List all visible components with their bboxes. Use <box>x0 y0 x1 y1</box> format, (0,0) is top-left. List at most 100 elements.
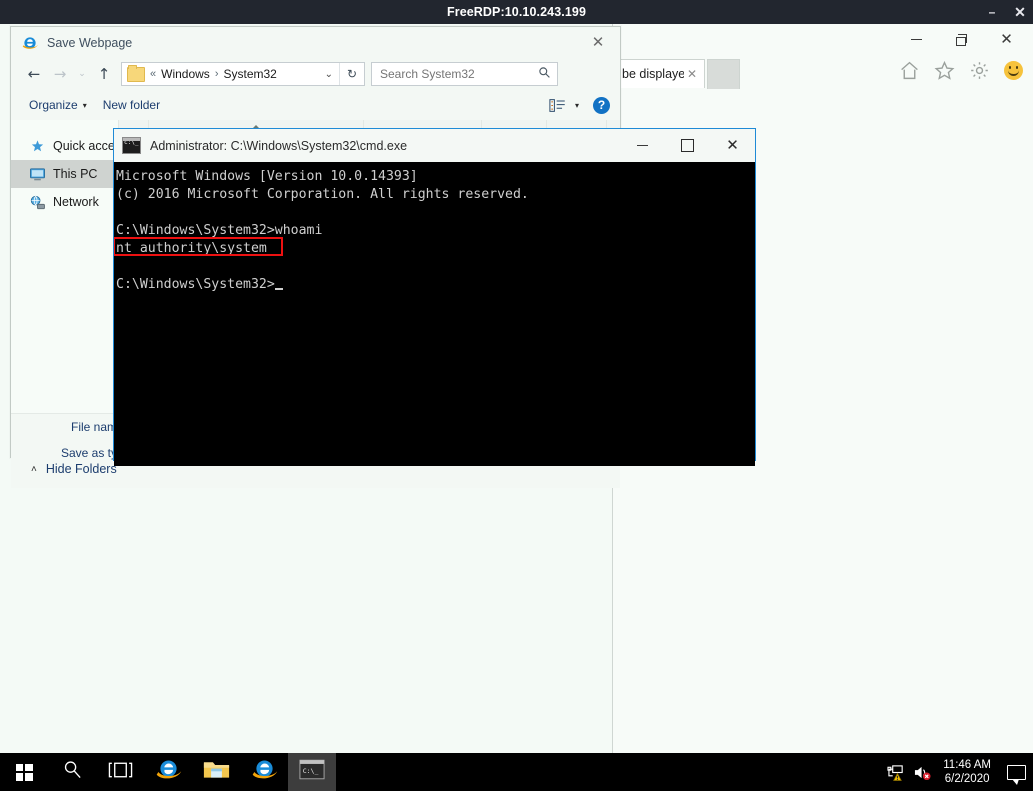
cmd-close-button[interactable]: ✕ <box>710 129 755 161</box>
highlighted-output: nt authority\system <box>114 237 283 258</box>
dialog-toolbar: Organize ▾ New folder ▾ ? <box>11 90 620 120</box>
address-bar[interactable]: « Windows › System32 ⌄ ↻ <box>121 62 365 86</box>
sidebar-item-this-pc[interactable]: This PC <box>11 160 118 188</box>
search-box[interactable] <box>371 62 558 86</box>
volume-muted-icon[interactable] <box>909 753 935 791</box>
clock[interactable]: 11:46 AM 6/2/2020 <box>935 753 999 791</box>
dialog-navigation-pane: Quick acce This PC Network <box>11 120 119 413</box>
up-button[interactable]: ↑ <box>91 61 117 87</box>
settings-gear-icon[interactable] <box>969 60 990 81</box>
internet-explorer-button[interactable] <box>144 753 192 791</box>
breadcrumb: « Windows › System32 <box>150 67 319 81</box>
chevron-down-icon[interactable]: ⌄ <box>319 69 339 80</box>
sidebar-item-quick-access[interactable]: Quick acce <box>11 132 118 160</box>
back-button[interactable]: ← <box>21 61 47 87</box>
close-icon: ✕ <box>1000 29 1013 48</box>
chevron-down-icon: ▾ <box>82 100 87 110</box>
command-prompt-window-button[interactable]: C:\_ <box>288 753 336 791</box>
cmd-title: Administrator: C:\Windows\System32\cmd.e… <box>150 138 408 153</box>
dialog-title: Save Webpage <box>47 35 133 50</box>
console-line: Microsoft Windows [Version 10.0.14393] <box>116 169 418 184</box>
recent-locations-button[interactable]: ⌄ <box>73 61 91 87</box>
cmd-console-output[interactable]: Microsoft Windows [Version 10.0.14393] (… <box>114 162 755 466</box>
home-icon[interactable] <box>899 60 920 81</box>
network-warning-icon[interactable] <box>883 753 909 791</box>
search-magnifier-icon <box>62 759 83 785</box>
command-prompt-icon <box>122 137 141 154</box>
action-center-button[interactable] <box>999 753 1033 791</box>
dialog-navigation-bar: ← → ⌄ ↑ « Windows › System32 ⌄ ↻ <box>11 58 620 90</box>
sidebar-label: Network <box>53 195 99 209</box>
sidebar-item-network[interactable]: Network <box>11 188 118 216</box>
change-view-icon[interactable] <box>549 98 567 113</box>
save-as-type-label: Save as ty <box>60 446 117 460</box>
freerdp-close-button[interactable]: ✕ <box>1013 0 1027 24</box>
command-prompt-icon: C:\_ <box>299 759 325 785</box>
screen-root: FreeRDP:10.10.243.199 – ✕ ✕ be display ✕… <box>0 0 1033 791</box>
freerdp-title: FreeRDP:10.10.243.199 <box>447 5 586 19</box>
file-name-label: File nam <box>70 420 117 434</box>
ie-new-tab-button[interactable] <box>707 59 740 89</box>
new-folder-label: New folder <box>102 98 161 112</box>
search-icon <box>538 66 551 82</box>
search-button[interactable] <box>48 753 96 791</box>
cmd-window-controls: ✕ <box>620 129 755 161</box>
new-folder-button[interactable]: New folder <box>95 93 168 117</box>
network-globe-icon <box>29 195 46 210</box>
svg-text:C:\_: C:\_ <box>303 767 319 775</box>
ie-restore-button[interactable] <box>939 24 984 54</box>
breadcrumb-item-windows[interactable]: Windows <box>161 67 210 81</box>
ie-tab[interactable]: be displayed ✕ <box>615 59 705 88</box>
action-center-icon <box>1006 764 1026 785</box>
ie-tab-label: be displayed <box>622 67 684 81</box>
console-prompt-text: C:\Windows\System32> <box>116 277 275 292</box>
quick-access-star-icon <box>29 139 46 154</box>
breadcrumb-overflow[interactable]: « <box>150 68 156 80</box>
sidebar-label: Quick acce <box>53 139 115 153</box>
this-pc-monitor-icon <box>29 167 46 182</box>
clock-time: 11:46 AM <box>943 759 991 771</box>
console-line: (c) 2016 Microsoft Corporation. All righ… <box>116 187 529 202</box>
refresh-icon[interactable]: ↻ <box>339 63 364 85</box>
minimize-icon <box>637 144 648 146</box>
file-explorer-button[interactable] <box>192 753 240 791</box>
cmd-maximize-button[interactable] <box>665 129 710 161</box>
sidebar-label: This PC <box>53 167 98 181</box>
dialog-title-bar: Save Webpage ✕ <box>11 27 620 58</box>
help-button[interactable]: ? <box>593 96 610 114</box>
dialog-close-button[interactable]: ✕ <box>576 27 620 57</box>
freerdp-window-controls: – ✕ <box>985 0 1027 24</box>
file-explorer-folder-icon <box>203 758 230 786</box>
freerdp-title-bar: FreeRDP:10.10.243.199 – ✕ <box>0 0 1033 24</box>
view-dropdown-icon[interactable]: ▾ <box>575 101 579 110</box>
favorites-star-icon[interactable] <box>934 60 955 81</box>
internet-explorer-window-button[interactable] <box>240 753 288 791</box>
organize-label: Organize <box>29 98 78 112</box>
organize-button[interactable]: Organize ▾ <box>21 93 95 117</box>
task-view-button[interactable] <box>96 753 144 791</box>
search-input[interactable] <box>378 66 538 82</box>
restore-icon <box>956 33 967 46</box>
breadcrumb-item-system32[interactable]: System32 <box>223 67 276 81</box>
hide-folders-button[interactable]: ˄ Hide Folders <box>31 462 117 476</box>
internet-explorer-icon <box>155 756 182 788</box>
ie-close-button[interactable]: ✕ <box>984 24 1029 54</box>
freerdp-minimize-button[interactable]: – <box>985 0 999 24</box>
ie-tab-close-icon[interactable]: ✕ <box>684 67 700 81</box>
breadcrumb-separator: › <box>214 68 219 80</box>
ie-minimize-button[interactable] <box>894 24 939 54</box>
smiley-icon[interactable] <box>1004 61 1023 80</box>
cmd-minimize-button[interactable] <box>620 129 665 161</box>
chevron-up-icon: ˄ <box>31 463 37 475</box>
start-button[interactable] <box>0 753 48 791</box>
task-view-icon <box>108 761 133 784</box>
folder-icon <box>127 64 145 82</box>
maximize-icon <box>681 138 694 152</box>
internet-explorer-icon <box>251 756 278 788</box>
console-line-prompt: C:\Windows\System32> <box>115 276 755 294</box>
minimize-icon <box>911 38 922 40</box>
text-cursor <box>274 288 283 290</box>
clock-date: 6/2/2020 <box>944 773 990 785</box>
